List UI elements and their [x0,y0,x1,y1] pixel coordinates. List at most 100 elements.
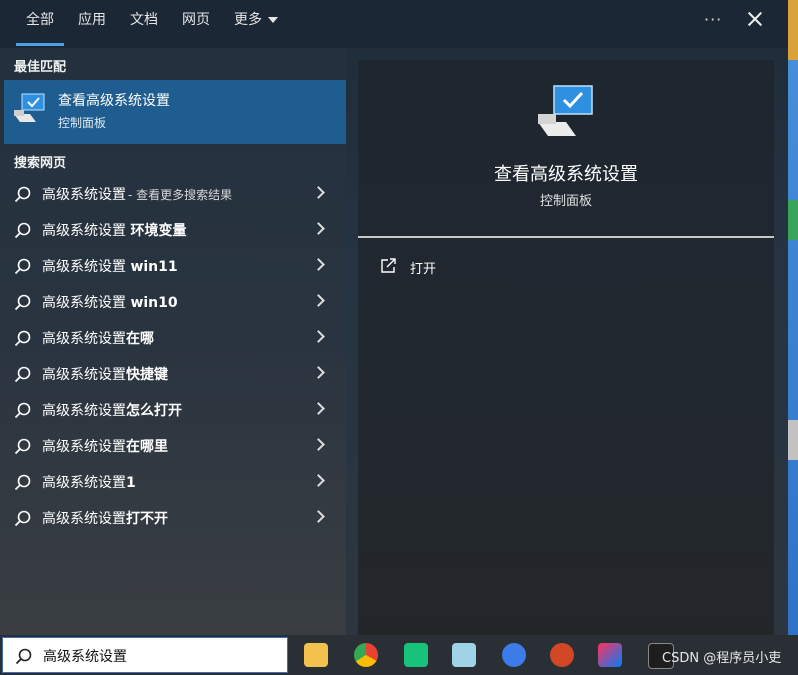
best-match-item[interactable]: 查看高级系统设置 控制面板 [4,80,346,144]
file-explorer-icon[interactable] [304,643,328,667]
results-list: 最佳匹配 查看高级系统设置 控制面板 搜索网页 高级系统设置 - 查看更多搜索结果… [0,48,346,635]
watermark: CSDN @程序员小吏 [662,651,782,666]
web-result-item[interactable]: 高级系统设置 win11 [0,248,346,284]
web-result-item[interactable]: 高级系统设置 - 查看更多搜索结果 [0,176,346,212]
desktop-background [788,0,798,635]
tab-documents[interactable]: 文档 [130,0,158,46]
tab-apps[interactable]: 应用 [78,0,106,46]
result-query: 高级系统设置 [42,439,126,455]
result-hint: - 查看更多搜索结果 [128,188,233,202]
chevron-right-icon [312,222,325,235]
desktop-strip [788,0,798,60]
best-match-heading: 最佳匹配 [14,60,67,75]
search-icon [14,438,31,455]
web-result-item[interactable]: 高级系统设置打不开 [0,500,346,536]
open-external-icon [381,258,396,273]
web-result-item[interactable]: 高级系统设置快捷键 [0,356,346,392]
mindmaster-icon[interactable] [404,643,428,667]
open-label: 打开 [410,262,437,277]
filter-tabs: 全部 应用 文档 网页 更多 ··· [0,0,788,48]
chevron-right-icon [312,438,325,451]
result-suggestion: 环境变量 [130,223,187,239]
detail-pane: 查看高级系统设置 控制面板 打开 [358,60,774,635]
chevron-right-icon [312,510,325,523]
web-result-text: 高级系统设置怎么打开 [42,400,182,420]
computer-settings-icon [538,85,593,136]
web-result-item[interactable]: 高级系统设置怎么打开 [0,392,346,428]
tab-label: 应用 [78,12,106,28]
chevron-down-icon [268,17,278,23]
web-result-item[interactable]: 高级系统设置在哪里 [0,428,346,464]
result-suggestion: 打不开 [126,511,168,527]
web-result-text: 高级系统设置在哪里 [42,436,168,456]
close-button[interactable] [744,8,766,30]
best-match-subtitle: 控制面板 [58,116,107,130]
powerpoint-icon[interactable] [550,643,574,667]
result-suggestion: 1 [126,475,136,491]
chrome-icon[interactable] [354,643,378,667]
web-result-text: 高级系统设置 - 查看更多搜索结果 [42,184,232,204]
web-result-text: 高级系统设置在哪 [42,328,154,348]
result-suggestion: 快捷键 [126,367,168,383]
browser-app-icon[interactable] [502,643,526,667]
search-icon [14,474,31,491]
result-query: 高级系统设置 [42,259,131,275]
result-suggestion: 怎么打开 [126,403,182,419]
result-suggestion: 在哪 [126,331,154,347]
search-icon [14,186,31,203]
search-input[interactable] [41,644,275,668]
web-result-text: 高级系统设置快捷键 [42,364,168,384]
tab-more[interactable]: 更多 [234,0,278,46]
chevron-right-icon [312,186,325,199]
web-result-text: 高级系统设置 win10 [42,292,178,312]
search-icon [14,402,31,419]
tab-web[interactable]: 网页 [182,0,210,46]
search-icon [14,366,31,383]
web-result-item[interactable]: 高级系统设置1 [0,464,346,500]
intellij-idea-icon[interactable] [598,643,622,667]
tab-label: 文档 [130,12,158,28]
chevron-right-icon [312,402,325,415]
start-search-panel: 全部 应用 文档 网页 更多 ··· 最佳匹配 查看高级系统设置 控制面板 搜索… [0,0,788,635]
web-search-heading: 搜索网页 [14,156,67,171]
detail-subtitle: 控制面板 [539,194,592,209]
chevron-right-icon [312,294,325,307]
web-result-text: 高级系统设置 win11 [42,256,178,276]
result-query: 高级系统设置 [42,187,126,203]
web-result-item[interactable]: 高级系统设置 win10 [0,284,346,320]
tab-label: 更多 [234,12,262,28]
search-icon [14,222,31,239]
tab-label: 网页 [182,12,210,28]
more-options-button[interactable]: ··· [704,10,722,29]
notes-app-icon[interactable] [452,643,476,667]
chevron-right-icon [312,258,325,271]
search-icon [14,258,31,275]
tab-label: 全部 [26,12,54,28]
web-result-text: 高级系统设置1 [42,472,136,492]
search-icon [14,330,31,347]
result-query: 高级系统设置 [42,223,131,239]
result-query: 高级系统设置 [42,403,126,419]
web-result-item[interactable]: 高级系统设置 环境变量 [0,212,346,248]
search-icon [14,294,31,311]
tab-all[interactable]: 全部 [16,0,64,46]
taskbar-search-box[interactable] [2,637,288,673]
desktop-strip [788,200,798,240]
web-result-item[interactable]: 高级系统设置在哪 [0,320,346,356]
computer-settings-icon [14,93,45,122]
web-result-text: 高级系统设置打不开 [42,508,168,528]
desktop-strip [788,420,798,460]
chevron-right-icon [312,474,325,487]
best-match-title: 查看高级系统设置 [58,93,170,109]
chevron-right-icon [312,366,325,379]
taskbar: CSDN @程序员小吏 [0,635,798,675]
result-suggestion: 在哪里 [126,439,168,455]
result-query: 高级系统设置 [42,367,126,383]
result-query: 高级系统设置 [42,475,126,491]
result-suggestion: win11 [130,259,178,275]
web-result-text: 高级系统设置 环境变量 [42,220,186,240]
detail-divider [358,236,774,238]
result-suggestion: win10 [130,295,178,311]
chevron-right-icon [312,330,325,343]
result-query: 高级系统设置 [42,295,131,311]
